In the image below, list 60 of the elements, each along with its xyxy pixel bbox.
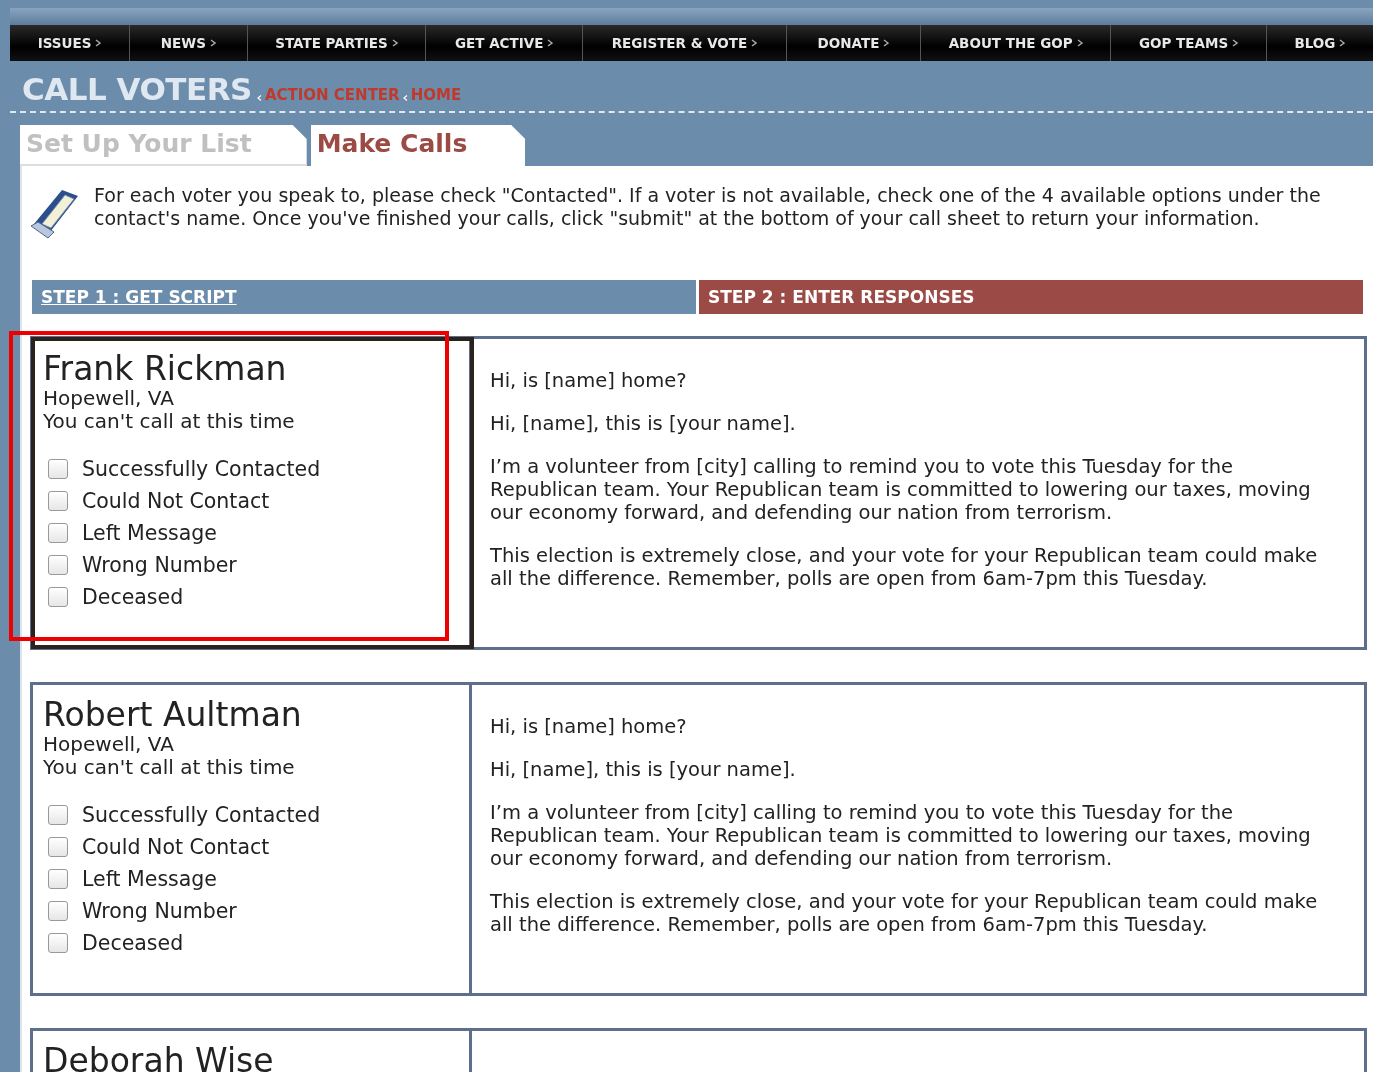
option-label: Deceased <box>82 931 184 955</box>
option-label: Left Message <box>82 521 217 545</box>
chevron-icon <box>1076 39 1083 47</box>
chevron-icon <box>547 39 554 47</box>
instructions-text: For each voter you speak to, please check "Contacted". If a voter is not available, check one of the 4 available options under the contact's name. Once you've finished your calls, click "submit" at the bottom of your call sheet to return your information. <box>94 184 1322 230</box>
option-label: Could Not Contact <box>82 489 270 513</box>
checkbox[interactable] <box>48 555 68 575</box>
checkbox[interactable] <box>48 901 68 921</box>
checkbox[interactable] <box>48 459 68 479</box>
option-label: Wrong Number <box>82 899 237 923</box>
nav-link[interactable]: ISSUES <box>10 25 131 61</box>
script-paragraph: Hi, [name], this is [your name]. <box>490 758 797 781</box>
option-label: Successfully Contacted <box>82 457 321 481</box>
chevron-icon <box>209 39 216 47</box>
checkbox[interactable] <box>48 491 68 511</box>
option-label: Wrong Number <box>82 553 237 577</box>
chevron-icon <box>1232 39 1239 47</box>
checkbox[interactable] <box>48 587 68 607</box>
nav-link[interactable]: DONATE <box>786 25 922 61</box>
nav-link[interactable]: STATE PARTIES <box>247 25 427 61</box>
checkbox[interactable] <box>48 805 68 825</box>
tab[interactable]: Make Calls <box>310 125 526 166</box>
nav-link[interactable]: NEWS <box>130 25 248 61</box>
option-label: Deceased <box>82 585 184 609</box>
option-label: Left Message <box>82 867 217 891</box>
nav-link[interactable]: GOP TEAMS <box>1111 25 1267 61</box>
nav-link[interactable]: BLOG <box>1266 25 1373 61</box>
step-link[interactable]: STEP 1 : GET SCRIPT <box>41 287 237 307</box>
checkbox[interactable] <box>48 837 68 857</box>
page-title: CALL VOTERS <box>22 74 252 105</box>
chevron-icon <box>256 95 262 101</box>
voter-location: Hopewell, VA <box>43 733 175 756</box>
script-paragraph: Hi, [name], this is [your name]. <box>490 412 797 435</box>
chevron-icon <box>1339 39 1346 47</box>
checkbox[interactable] <box>48 933 68 953</box>
step-label: STEP 2 : ENTER RESPONSES <box>708 287 975 307</box>
script-paragraph: I’m a volunteer from [city] calling to remind you to vote this Tuesday for the Republican team. Your Republican team is committed to lowering our taxes, moving our economy forward, and defending our nation from terrorism. <box>490 801 1312 870</box>
checkbox[interactable] <box>48 869 68 889</box>
chevron-icon <box>391 39 398 47</box>
script-paragraph: This election is extremely close, and your vote for your Republican team could make all the difference. Remember, polls are open from 6am-7pm this Tuesday. <box>490 890 1319 936</box>
script-paragraph: I’m a volunteer from [city] calling to remind you to vote this Tuesday for the Republican team. Your Republican team is committed to lowering our taxes, moving our economy forward, and defending our nation from terrorism. <box>490 455 1312 524</box>
voter-name: Robert Aultman <box>43 697 303 733</box>
call-note: You can't call at this time <box>43 410 296 433</box>
nav-link[interactable]: ABOUT THE GOP <box>921 25 1112 61</box>
nav-link[interactable]: GET ACTIVE <box>426 25 584 61</box>
voter-name: Frank Rickman <box>43 351 288 387</box>
chevron-icon <box>402 95 408 101</box>
script-paragraph: Hi, is [name] home? <box>490 715 688 738</box>
voter-location: Hopewell, VA <box>43 387 175 410</box>
chevron-icon <box>883 39 890 47</box>
script-paragraph: Hi, is [name] home? <box>490 369 688 392</box>
option-label: Could Not Contact <box>82 835 270 859</box>
nav-link[interactable]: REGISTER & VOTE <box>583 25 787 61</box>
chevron-icon <box>751 39 758 47</box>
call-note: You can't call at this time <box>43 756 296 779</box>
checkbox[interactable] <box>48 523 68 543</box>
option-label: Successfully Contacted <box>82 803 321 827</box>
chevron-icon <box>95 39 102 47</box>
script-paragraph: This election is extremely close, and your vote for your Republican team could make all the difference. Remember, polls are open from 6am-7pm this Tuesday. <box>490 544 1319 590</box>
voter-name: Deborah Wise <box>43 1043 275 1072</box>
